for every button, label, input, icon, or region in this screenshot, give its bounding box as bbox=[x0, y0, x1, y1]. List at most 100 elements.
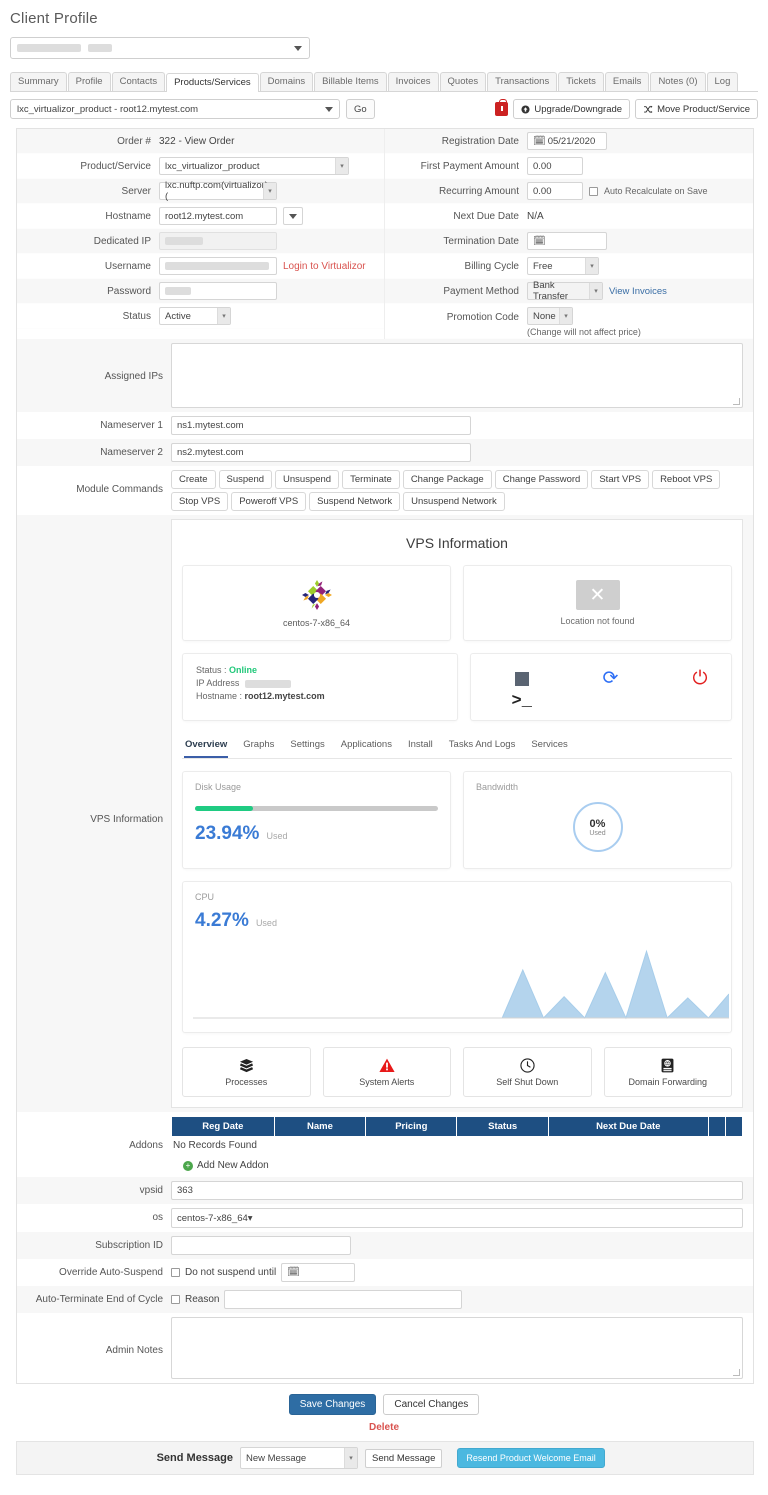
auto-terminate-reason-input[interactable] bbox=[224, 1290, 463, 1309]
first-payment-input[interactable]: 0.00 bbox=[527, 157, 583, 175]
view-invoices-link[interactable]: View Invoices bbox=[609, 286, 667, 297]
registration-date-input[interactable]: 🗓 05/21/2020 bbox=[527, 132, 607, 150]
tab-profile[interactable]: Profile bbox=[67, 72, 111, 91]
col-reg-date[interactable]: Reg Date bbox=[171, 1116, 275, 1137]
vps-subtab-overview[interactable]: Overview bbox=[184, 735, 229, 758]
tab-contacts[interactable]: Contacts bbox=[111, 72, 166, 91]
auto-recalculate-checkbox[interactable] bbox=[589, 186, 598, 196]
tab-tickets[interactable]: Tickets bbox=[558, 72, 604, 91]
product-detail-panel: Order # 322 - View Order Product/Service… bbox=[16, 128, 754, 1384]
cmd-change-password[interactable]: Change Password bbox=[494, 470, 589, 489]
domain-forwarding-card[interactable]: Domain Forwarding bbox=[603, 1047, 732, 1097]
hostname-dropdown-button[interactable] bbox=[283, 207, 303, 225]
server-select[interactable]: lxc.nuftp.com(virtualizor) ( ▾ bbox=[159, 180, 277, 202]
nameserver-1-input[interactable]: ns1.mytest.com bbox=[171, 416, 471, 435]
override-suspend-date-input[interactable]: 🗓 bbox=[281, 1263, 356, 1282]
cmd-stop-vps[interactable]: Stop VPS bbox=[171, 492, 229, 511]
stop-icon[interactable] bbox=[514, 672, 529, 686]
row-os: os centos-7-x86_64 ▾ bbox=[17, 1204, 753, 1232]
override-auto-suspend-checkbox[interactable] bbox=[171, 1268, 180, 1277]
cmd-change-package[interactable]: Change Package bbox=[402, 470, 492, 489]
payment-method-select[interactable]: Bank Transfer ▾ bbox=[527, 280, 603, 302]
vps-subtab-graphs[interactable]: Graphs bbox=[242, 735, 275, 758]
vps-subtab-settings[interactable]: Settings bbox=[289, 735, 325, 758]
vps-subtab-applications[interactable]: Applications bbox=[340, 735, 393, 758]
cmd-unsuspend[interactable]: Unsuspend bbox=[275, 470, 340, 489]
order-value[interactable]: 322 - View Order bbox=[159, 136, 234, 147]
add-new-addon-button[interactable]: + Add New Addon bbox=[171, 1154, 743, 1173]
status-select[interactable]: Active ▾ bbox=[159, 307, 231, 325]
tab-summary[interactable]: Summary bbox=[10, 72, 67, 91]
tab-domains[interactable]: Domains bbox=[259, 72, 314, 91]
save-changes-button[interactable]: Save Changes bbox=[288, 1394, 377, 1415]
move-product-button[interactable]: Move Product/Service bbox=[635, 99, 758, 119]
client-select[interactable] bbox=[10, 37, 310, 59]
row-addons: Addons Reg Date Name Pricing Status Next… bbox=[17, 1112, 753, 1177]
vps-subtab-install[interactable]: Install bbox=[407, 735, 434, 758]
cmd-unsuspend-network[interactable]: Unsuspend Network bbox=[403, 492, 505, 511]
subscription-id-input[interactable] bbox=[171, 1236, 351, 1255]
tab-notes[interactable]: Notes (0) bbox=[650, 72, 706, 91]
delete-link[interactable]: Delete bbox=[0, 1417, 768, 1433]
tab-invoices[interactable]: Invoices bbox=[387, 72, 439, 91]
terminal-icon[interactable]: >_ bbox=[512, 693, 532, 710]
layers-icon bbox=[239, 1058, 253, 1072]
username-input[interactable] bbox=[159, 257, 277, 275]
self-shut-down-card[interactable]: Self Shut Down bbox=[463, 1047, 592, 1097]
tab-billable-items[interactable]: Billable Items bbox=[314, 72, 387, 91]
move-product-label: Move Product/Service bbox=[657, 103, 750, 115]
col-action-1[interactable] bbox=[707, 1116, 726, 1137]
resend-welcome-email-button[interactable]: Resend Product Welcome Email bbox=[457, 1448, 605, 1468]
os-select[interactable]: centos-7-x86_64 ▾ bbox=[171, 1208, 743, 1228]
cancel-changes-button[interactable]: Cancel Changes bbox=[383, 1394, 480, 1415]
col-action-2[interactable] bbox=[724, 1116, 744, 1137]
col-pricing[interactable]: Pricing bbox=[365, 1116, 458, 1137]
cmd-reboot-vps[interactable]: Reboot VPS bbox=[652, 470, 721, 489]
client-name-redacted bbox=[17, 44, 81, 52]
cmd-start-vps[interactable]: Start VPS bbox=[591, 470, 650, 489]
send-message-button[interactable]: Send Message bbox=[365, 1448, 443, 1468]
system-alerts-card[interactable]: System Alerts bbox=[322, 1047, 451, 1097]
vps-subtab-tasks-and-logs[interactable]: Tasks And Logs bbox=[448, 735, 517, 758]
recurring-amount-label: Recurring Amount bbox=[438, 185, 519, 197]
cpu-card: CPU 4.27% Used bbox=[182, 881, 732, 1033]
col-next-due-date[interactable]: Next Due Date bbox=[547, 1116, 709, 1137]
billing-cycle-select[interactable]: Free ▾ bbox=[527, 257, 599, 275]
tab-log[interactable]: Log bbox=[706, 72, 739, 91]
power-icon[interactable]: ⏻ bbox=[693, 669, 708, 688]
login-to-virtualizor-link[interactable]: Login to Virtualizor bbox=[283, 261, 366, 272]
hostname-input[interactable]: root12.mytest.com bbox=[159, 207, 277, 225]
upgrade-downgrade-button[interactable]: Upgrade/Downgrade bbox=[513, 99, 631, 119]
cmd-suspend[interactable]: Suspend bbox=[218, 470, 273, 489]
dedicated-ip-input[interactable] bbox=[159, 232, 277, 250]
password-input[interactable] bbox=[159, 282, 277, 300]
col-status[interactable]: Status bbox=[456, 1116, 549, 1137]
processes-card[interactable]: Processes bbox=[182, 1047, 311, 1097]
message-type-select[interactable]: New Message ▾ bbox=[240, 1447, 358, 1469]
tab-transactions[interactable]: Transactions bbox=[487, 72, 558, 91]
auto-terminate-checkbox[interactable] bbox=[171, 1295, 180, 1304]
admin-notes-textarea[interactable] bbox=[171, 1317, 743, 1379]
row-order: Order # 322 - View Order bbox=[17, 129, 384, 154]
vpsid-input[interactable]: 363 bbox=[171, 1181, 743, 1200]
tab-emails[interactable]: Emails bbox=[604, 72, 650, 91]
cmd-suspend-network[interactable]: Suspend Network bbox=[309, 492, 401, 511]
tab-products-services[interactable]: Products/Services bbox=[166, 73, 259, 92]
auto-recalculate-label: Auto Recalculate on Save bbox=[604, 186, 708, 196]
assigned-ips-textarea[interactable] bbox=[171, 343, 743, 408]
promotion-code-select[interactable]: None ▾ bbox=[527, 307, 573, 325]
service-select[interactable]: lxc_virtualizor_product - root12.mytest.… bbox=[10, 99, 340, 119]
cmd-terminate[interactable]: Terminate bbox=[342, 470, 400, 489]
lock-icon[interactable] bbox=[495, 99, 509, 116]
vps-subtab-services[interactable]: Services bbox=[530, 735, 568, 758]
nameserver-2-input[interactable]: ns2.mytest.com bbox=[171, 443, 471, 462]
col-name[interactable]: Name bbox=[273, 1116, 367, 1137]
tab-quotes[interactable]: Quotes bbox=[439, 72, 487, 91]
cmd-poweroff-vps[interactable]: Poweroff VPS bbox=[231, 492, 307, 511]
reboot-icon[interactable]: ⟳ bbox=[603, 669, 619, 688]
go-button[interactable]: Go bbox=[346, 99, 375, 119]
recurring-amount-input[interactable]: 0.00 bbox=[527, 182, 583, 200]
cmd-create[interactable]: Create bbox=[171, 470, 216, 489]
termination-date-input[interactable]: 🗓 bbox=[527, 232, 607, 250]
product-select[interactable]: lxc_virtualizor_product ▾ bbox=[159, 157, 349, 175]
